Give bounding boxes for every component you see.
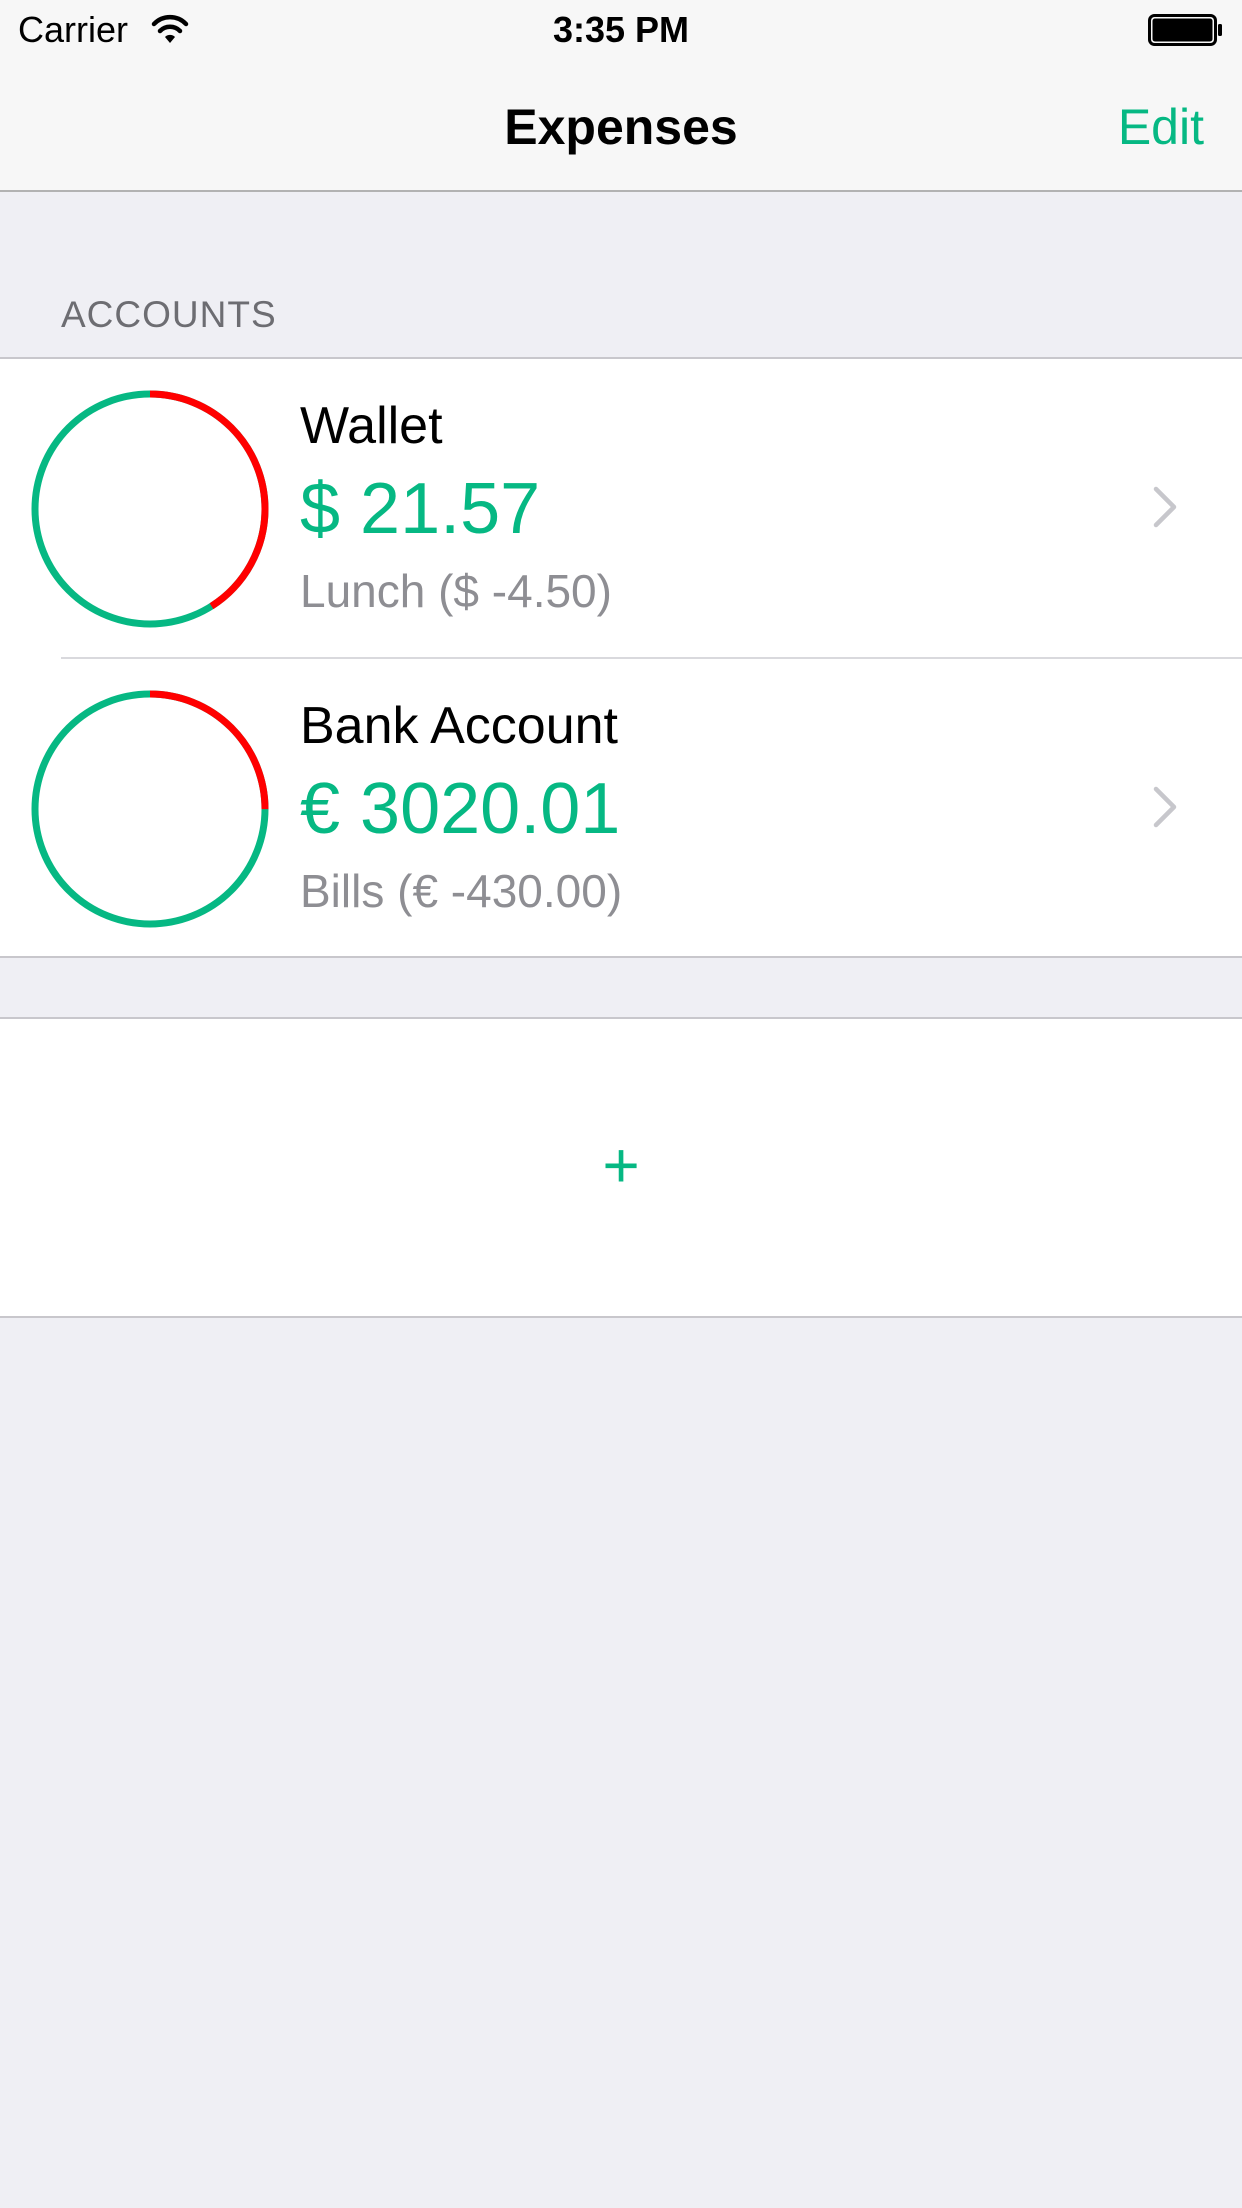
account-balance: $ 21.57 — [300, 469, 541, 549]
account-row-bank-account[interactable]: Bank Account € 3020.01 Bills (€ -430.00) — [0, 659, 1242, 958]
account-balance: € 3020.01 — [300, 769, 621, 849]
edit-button[interactable]: Edit — [1118, 98, 1204, 156]
navigation-bar: Carrier 3:35 PM Expenses Edit — [0, 0, 1242, 192]
battery-icon — [1148, 14, 1222, 46]
section-header-accounts: ACCOUNTS — [61, 294, 277, 335]
account-row-wallet[interactable]: Wallet $ 21.57 Lunch ($ -4.50) — [0, 359, 1242, 659]
chevron-right-icon — [1153, 486, 1177, 528]
plus-icon: + — [602, 1129, 640, 1201]
add-account-button[interactable]: + — [0, 1017, 1242, 1318]
balance-ring-icon — [31, 390, 269, 628]
status-time: 3:35 PM — [552, 9, 690, 50]
last-transaction: Bills (€ -430.00) — [300, 865, 623, 917]
balance-ring-icon — [31, 690, 269, 928]
page-title: Expenses — [504, 99, 738, 155]
account-name: Bank Account — [300, 697, 618, 755]
last-transaction: Lunch ($ -4.50) — [300, 565, 612, 617]
chevron-right-icon — [1153, 786, 1177, 828]
accounts-list: Wallet $ 21.57 Lunch ($ -4.50) Bank Acco… — [0, 357, 1242, 958]
account-name: Wallet — [300, 397, 443, 455]
